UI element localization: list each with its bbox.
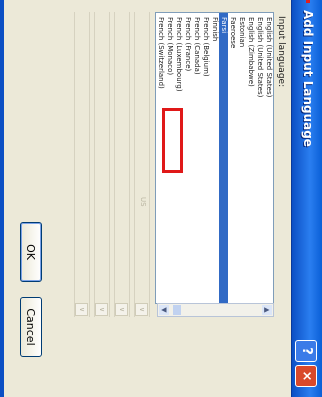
language-item[interactable]: English (United States)	[255, 13, 264, 303]
ghost-row-text: US	[139, 197, 147, 207]
ok-button[interactable]: OK	[20, 222, 42, 282]
language-item[interactable]: English (United States)	[264, 13, 273, 303]
ghost-dropdown-row: ∨	[94, 12, 110, 317]
chevron-down-icon: ∨	[75, 303, 88, 316]
input-language-label: Input language:	[276, 16, 286, 88]
chevron-down-icon: ∨	[115, 303, 128, 316]
scroll-thumb[interactable]	[173, 305, 181, 315]
ghost-dropdown-row: ∨	[74, 12, 90, 317]
ghost-dropdown-row: ∨	[114, 12, 130, 317]
dialog-title: Add Input Language	[301, 10, 315, 147]
window-bottom-border	[0, 0, 4, 397]
annotation-dot	[306, 0, 310, 3]
language-item[interactable]: Finnish	[210, 13, 219, 303]
language-item[interactable]: French (Canada)	[192, 13, 201, 303]
screenshot-stage: Add Input Language ? × Input language: E…	[0, 0, 322, 397]
help-button[interactable]: ?	[295, 340, 317, 362]
chevron-down-icon: ∨	[135, 303, 148, 316]
language-item[interactable]: Faeroese	[228, 13, 237, 303]
scroll-up-arrow-icon[interactable]: ▲	[262, 305, 272, 315]
language-item[interactable]: Estonian	[237, 13, 246, 303]
listbox-scrollbar[interactable]: ▲ ▼	[157, 303, 274, 317]
scroll-down-arrow-icon[interactable]: ▼	[159, 305, 169, 315]
language-item[interactable]: FYRO Macedonian	[155, 13, 156, 303]
language-item[interactable]: English (Zimbabwe)	[246, 13, 255, 303]
language-item-selected[interactable]: Farsi	[219, 13, 228, 303]
language-item[interactable]: French (Belgium)	[201, 13, 210, 303]
cancel-button[interactable]: Cancel	[20, 297, 42, 357]
ghost-dropdown-row: US ∨	[134, 12, 150, 317]
add-input-language-dialog: Add Input Language ? × Input language: E…	[0, 0, 322, 397]
title-bar[interactable]: Add Input Language ? ×	[291, 0, 322, 397]
language-item[interactable]: French (France)	[183, 13, 192, 303]
selection-highlight-box	[162, 108, 183, 173]
close-button[interactable]: ×	[295, 365, 317, 387]
chevron-down-icon: ∨	[95, 303, 108, 316]
